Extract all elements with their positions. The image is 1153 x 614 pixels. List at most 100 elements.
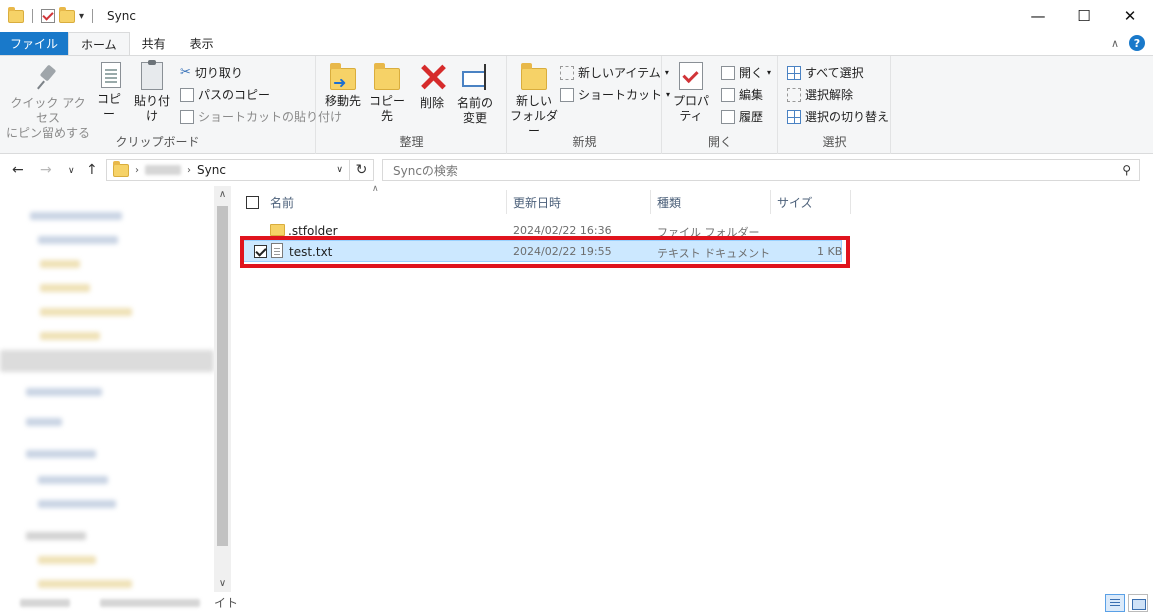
- column-header-type[interactable]: 種類: [657, 190, 681, 214]
- address-bar[interactable]: › › Sync ∨: [106, 159, 350, 181]
- nav-item[interactable]: [38, 476, 108, 484]
- rename-label-2: 変更: [462, 111, 487, 125]
- new-group-label: 新規: [572, 135, 597, 149]
- nav-item-selected[interactable]: [0, 350, 214, 372]
- nav-item[interactable]: [38, 556, 96, 564]
- breadcrumb-separator-icon: ›: [187, 164, 191, 176]
- new-item-button[interactable]: 新しいアイテム ▾: [560, 64, 669, 81]
- rename-button[interactable]: 名前の 変更: [453, 62, 497, 126]
- nav-item[interactable]: [26, 450, 96, 458]
- nav-item[interactable]: [38, 236, 118, 244]
- nav-item[interactable]: [38, 500, 116, 508]
- new-folder-quick-icon[interactable]: [59, 6, 75, 23]
- select-none-label: 選択解除: [805, 88, 854, 102]
- navigation-scrollbar[interactable]: ∧ ∨: [214, 186, 231, 592]
- open-label: 開く: [739, 66, 764, 80]
- nav-item[interactable]: [38, 580, 132, 588]
- properties-quick-icon[interactable]: [41, 9, 55, 23]
- open-button[interactable]: 開く ▾: [721, 64, 771, 81]
- new-folder-icon: [521, 63, 547, 90]
- nav-item[interactable]: [26, 532, 86, 540]
- up-arrow-icon[interactable]: ↑: [86, 162, 98, 178]
- copy-path-button[interactable]: パスのコピー: [180, 86, 270, 103]
- breadcrumb-current[interactable]: Sync: [197, 163, 226, 177]
- forward-arrow-icon[interactable]: →: [40, 162, 52, 178]
- title-bar: ▾ Sync — ☐ ✕: [0, 0, 1153, 32]
- ribbon: クイック アクセス にピン留めする コピー 貼り付け ✂ 切り取り パスのコピー…: [0, 55, 1153, 154]
- pin-icon: [34, 62, 62, 92]
- file-list: ∧ 名前 更新日時 種類 サイズ .stfolder 2024/02/22 16…: [238, 184, 1138, 586]
- tab-home[interactable]: ホーム: [68, 32, 130, 55]
- select-none-button[interactable]: 選択解除: [787, 86, 853, 103]
- new-folder-label-1: 新しい: [515, 94, 552, 108]
- tab-view[interactable]: 表示: [178, 32, 226, 55]
- easy-access-button[interactable]: ショートカット ▾: [560, 86, 670, 103]
- maximize-button[interactable]: ☐: [1061, 0, 1107, 32]
- breadcrumb-separator-icon: ›: [135, 164, 139, 176]
- delete-button[interactable]: 削除: [415, 62, 449, 111]
- row-checkbox[interactable]: [254, 245, 267, 258]
- list-item-selected[interactable]: test.txt 2024/02/22 19:55 テキスト ドキュメント 1 …: [242, 240, 842, 262]
- help-icon[interactable]: ?: [1129, 35, 1145, 51]
- item-count: [20, 599, 70, 607]
- close-button[interactable]: ✕: [1107, 0, 1153, 32]
- collapse-ribbon-icon[interactable]: ∧: [1111, 37, 1119, 50]
- nav-item[interactable]: [40, 308, 132, 316]
- pin-quick-access-button[interactable]: クイック アクセス にピン留めする: [6, 62, 90, 141]
- address-dropdown-icon[interactable]: ∨: [336, 165, 343, 175]
- new-folder-button[interactable]: 新しい フォルダー: [510, 62, 558, 139]
- move-to-button[interactable]: 移動先: [321, 62, 365, 109]
- edit-button[interactable]: 編集: [721, 86, 763, 103]
- copy-label: コピー: [96, 92, 121, 121]
- select-all-checkbox[interactable]: [246, 196, 259, 209]
- list-item[interactable]: .stfolder 2024/02/22 16:36 ファイル フォルダー: [242, 220, 842, 242]
- open-group: プロパティ 開く ▾ 編集 履歴 開く: [663, 56, 778, 154]
- search-placeholder: Syncの検索: [393, 163, 458, 178]
- tab-share[interactable]: 共有: [130, 32, 178, 55]
- nav-item[interactable]: [26, 418, 62, 426]
- delete-label: 削除: [419, 96, 444, 110]
- column-divider: [506, 190, 507, 214]
- column-divider: [850, 190, 851, 214]
- folder-icon: [8, 6, 24, 23]
- history-button[interactable]: 履歴: [721, 108, 763, 125]
- recent-locations-icon[interactable]: ∨: [68, 166, 75, 176]
- search-input[interactable]: Syncの検索 ⚲: [382, 159, 1140, 181]
- breadcrumb-parent[interactable]: [145, 165, 181, 175]
- paste-button[interactable]: 貼り付け: [130, 60, 174, 124]
- cut-button[interactable]: ✂ 切り取り: [180, 64, 243, 81]
- back-arrow-icon[interactable]: ←: [12, 162, 24, 178]
- copy-button[interactable]: コピー: [92, 62, 126, 122]
- nav-item[interactable]: [30, 212, 122, 220]
- nav-item[interactable]: [26, 388, 102, 396]
- nav-item[interactable]: [40, 332, 100, 340]
- column-header-size[interactable]: サイズ: [777, 190, 813, 214]
- column-header-modified[interactable]: 更新日時: [513, 190, 561, 214]
- scroll-up-icon[interactable]: ∧: [214, 189, 231, 200]
- large-icons-view-button[interactable]: [1128, 594, 1148, 612]
- tab-file[interactable]: ファイル: [0, 32, 69, 55]
- nav-item[interactable]: [40, 284, 90, 292]
- file-modified: 2024/02/22 16:36: [513, 224, 612, 237]
- properties-button[interactable]: プロパティ: [667, 62, 715, 124]
- scroll-down-icon[interactable]: ∨: [214, 578, 231, 589]
- select-all-button[interactable]: すべて選択: [787, 64, 864, 81]
- sort-indicator-icon: ∧: [372, 184, 379, 194]
- copy-to-button[interactable]: コピー先: [365, 62, 409, 124]
- details-view-button[interactable]: [1105, 594, 1125, 612]
- column-header-name[interactable]: 名前: [270, 190, 294, 214]
- minimize-button[interactable]: —: [1015, 0, 1061, 32]
- select-group-label: 選択: [822, 135, 847, 149]
- select-group: すべて選択 選択解除 選択の切り替え 選択: [779, 56, 891, 154]
- paste-shortcut-icon: [180, 109, 194, 124]
- open-group-label: 開く: [707, 135, 732, 149]
- navigation-pane[interactable]: [0, 186, 214, 598]
- folder-icon: [270, 224, 285, 236]
- scrollbar-thumb[interactable]: [217, 206, 228, 546]
- search-icon[interactable]: ⚲: [1122, 163, 1131, 177]
- nav-item[interactable]: [40, 260, 80, 268]
- invert-selection-button[interactable]: 選択の切り替え: [787, 108, 889, 125]
- customize-quick-access-icon[interactable]: ▾: [79, 11, 84, 22]
- properties-label: プロパティ: [672, 94, 709, 123]
- refresh-icon[interactable]: ↻: [350, 159, 374, 181]
